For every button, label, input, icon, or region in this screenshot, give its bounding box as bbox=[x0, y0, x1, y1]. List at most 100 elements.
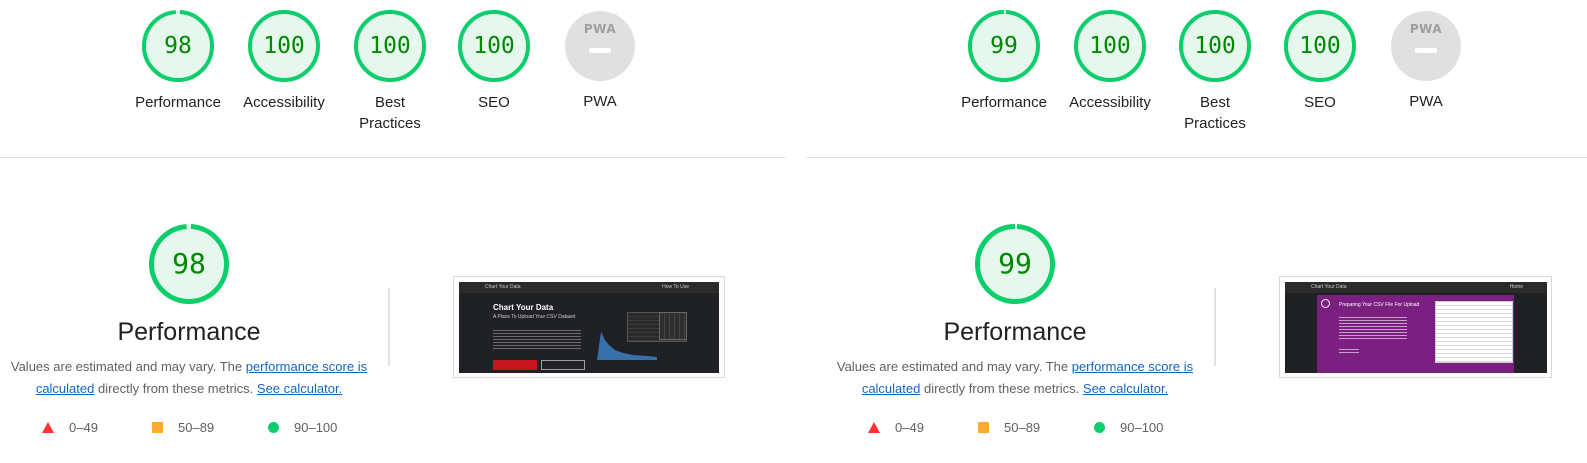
legend-pass: 90–100 bbox=[1094, 419, 1163, 435]
screenshot-navbar: Chart Your Data Home bbox=[1285, 282, 1547, 293]
screenshot-image: Chart Your Data How To Use Chart Your Da… bbox=[459, 282, 719, 373]
circle-icon bbox=[1094, 422, 1105, 434]
legend-average-label: 50–89 bbox=[178, 420, 215, 436]
gauge-label: Best Practices bbox=[1184, 94, 1246, 132]
vertical-divider bbox=[1214, 288, 1216, 366]
info-icon bbox=[1321, 299, 1330, 308]
gauge-performance[interactable]: 98 Performance bbox=[123, 10, 233, 113]
gauge-seo[interactable]: 100 SEO bbox=[1265, 10, 1375, 113]
gauge-pwa[interactable]: PWA PWA bbox=[1371, 10, 1481, 112]
screenshot-navbar: Chart Your Data How To Use bbox=[459, 282, 719, 293]
pwa-badge-text: PWA bbox=[1409, 22, 1443, 36]
gauge-ring: 100 bbox=[354, 10, 426, 82]
performance-gauge: 98 bbox=[149, 224, 229, 304]
legend-fail: 0–49 bbox=[42, 419, 98, 435]
performance-summary: 98 Performance Values are estimated and … bbox=[0, 224, 379, 400]
square-icon bbox=[978, 422, 989, 434]
triangle-icon bbox=[42, 422, 54, 434]
gauge-label: PWA bbox=[1409, 93, 1443, 110]
pwa-badge-icon: PWA bbox=[565, 11, 635, 81]
screenshot-brand: Chart Your Data bbox=[1311, 284, 1347, 290]
pwa-badge-text: PWA bbox=[583, 22, 617, 36]
performance-score: 99 bbox=[998, 247, 1032, 280]
see-calculator-link[interactable]: See calculator. bbox=[1083, 381, 1168, 396]
performance-summary: 99 Performance Values are estimated and … bbox=[825, 224, 1205, 400]
desc-text: Values are estimated and may vary. The bbox=[836, 359, 1072, 374]
screenshot-modal: Preparing Your CSV File For Upload bbox=[1317, 295, 1514, 373]
gauge-accessibility[interactable]: 100 Accessibility bbox=[229, 10, 339, 113]
legend-pass-label: 90–100 bbox=[1120, 420, 1164, 436]
legend-fail-label: 0–49 bbox=[69, 420, 98, 436]
performance-score: 98 bbox=[172, 247, 206, 280]
performance-title: Performance bbox=[117, 318, 261, 346]
performance-description: Values are estimated and may vary. The p… bbox=[835, 356, 1195, 400]
screenshot-paragraph bbox=[493, 328, 581, 350]
gauge-score: 100 bbox=[1194, 33, 1236, 59]
gauge-score: 100 bbox=[263, 33, 305, 59]
gauge-label: Accessibility bbox=[1069, 94, 1151, 111]
gauge-label: Best Practices bbox=[359, 94, 421, 132]
gauge-label: Performance bbox=[135, 94, 221, 111]
gauge-score: 100 bbox=[369, 33, 411, 59]
legend-average: 50–89 bbox=[978, 419, 1040, 435]
screenshot-brand: Chart Your Data bbox=[485, 284, 521, 290]
legend-fail-label: 0–49 bbox=[895, 420, 924, 436]
gauge-performance[interactable]: 99 Performance bbox=[949, 10, 1059, 113]
gauge-ring: 98 bbox=[142, 10, 214, 82]
vertical-divider bbox=[388, 288, 390, 366]
legend-average: 50–89 bbox=[152, 419, 214, 435]
gauge-label: Performance bbox=[961, 94, 1047, 111]
triangle-icon bbox=[868, 422, 880, 434]
screenshot-table bbox=[1435, 301, 1513, 363]
performance-description: Values are estimated and may vary. The p… bbox=[9, 356, 369, 400]
pwa-dash-icon bbox=[589, 48, 611, 53]
legend-pass: 90–100 bbox=[268, 419, 337, 435]
gauge-seo[interactable]: 100 SEO bbox=[439, 10, 549, 113]
gauge-ring: 100 bbox=[1179, 10, 1251, 82]
screenshot-headline: Chart Your Data bbox=[493, 303, 554, 312]
screenshot-paragraph bbox=[1339, 347, 1359, 353]
screenshot-howto-button bbox=[541, 360, 585, 370]
gauge-pwa[interactable]: PWA PWA bbox=[545, 10, 655, 112]
gauge-score: 99 bbox=[990, 33, 1018, 59]
gauge-label: PWA bbox=[583, 93, 617, 110]
gauge-score: 100 bbox=[1089, 33, 1131, 59]
gauge-ring: 100 bbox=[458, 10, 530, 82]
final-screenshot[interactable]: Chart Your Data How To Use Chart Your Da… bbox=[453, 276, 725, 378]
screenshot-headline: Preparing Your CSV File For Upload bbox=[1339, 302, 1420, 308]
performance-title: Performance bbox=[943, 318, 1087, 346]
square-icon bbox=[152, 422, 163, 434]
screenshot-subheadline: A Place To Upload Your CSV Dataset bbox=[493, 314, 576, 320]
report-left: 98 Performance 100 Accessibility 100 Bes… bbox=[0, 0, 786, 463]
performance-gauge: 99 bbox=[975, 224, 1055, 304]
gauge-score: 98 bbox=[164, 33, 192, 59]
final-screenshot[interactable]: Chart Your Data Home Preparing Your CSV … bbox=[1279, 276, 1552, 378]
pwa-dash-icon bbox=[1415, 48, 1437, 53]
screenshot-image: Chart Your Data Home Preparing Your CSV … bbox=[1285, 282, 1547, 373]
gauge-label: Accessibility bbox=[243, 94, 325, 111]
gauge-best-practices[interactable]: 100 Best Practices bbox=[1160, 10, 1270, 134]
pwa-badge-icon: PWA bbox=[1391, 11, 1461, 81]
screenshot-nav-link: Home bbox=[1509, 284, 1523, 290]
legend-fail: 0–49 bbox=[868, 419, 924, 435]
gauge-best-practices[interactable]: 100 Best Practices bbox=[335, 10, 445, 134]
gauge-ring: 99 bbox=[968, 10, 1040, 82]
screenshot-table bbox=[659, 312, 687, 340]
screenshot-upload-button bbox=[493, 360, 537, 370]
gauge-ring: 100 bbox=[1074, 10, 1146, 82]
divider bbox=[0, 157, 786, 158]
gauge-label: SEO bbox=[1304, 94, 1336, 111]
gauge-score: 100 bbox=[1299, 33, 1341, 59]
desc-text: directly from these metrics. bbox=[920, 381, 1083, 396]
screenshot-paragraph bbox=[1339, 315, 1407, 341]
table-grid bbox=[1436, 302, 1512, 362]
gauge-accessibility[interactable]: 100 Accessibility bbox=[1055, 10, 1165, 113]
circle-icon bbox=[268, 422, 279, 434]
gauge-score: 100 bbox=[473, 33, 515, 59]
gauge-ring: 100 bbox=[1284, 10, 1356, 82]
legend-pass-label: 90–100 bbox=[294, 420, 338, 436]
report-right: 99 Performance 100 Accessibility 100 Bes… bbox=[806, 0, 1587, 463]
divider bbox=[806, 157, 1587, 158]
see-calculator-link[interactable]: See calculator. bbox=[257, 381, 342, 396]
desc-text: directly from these metrics. bbox=[94, 381, 257, 396]
